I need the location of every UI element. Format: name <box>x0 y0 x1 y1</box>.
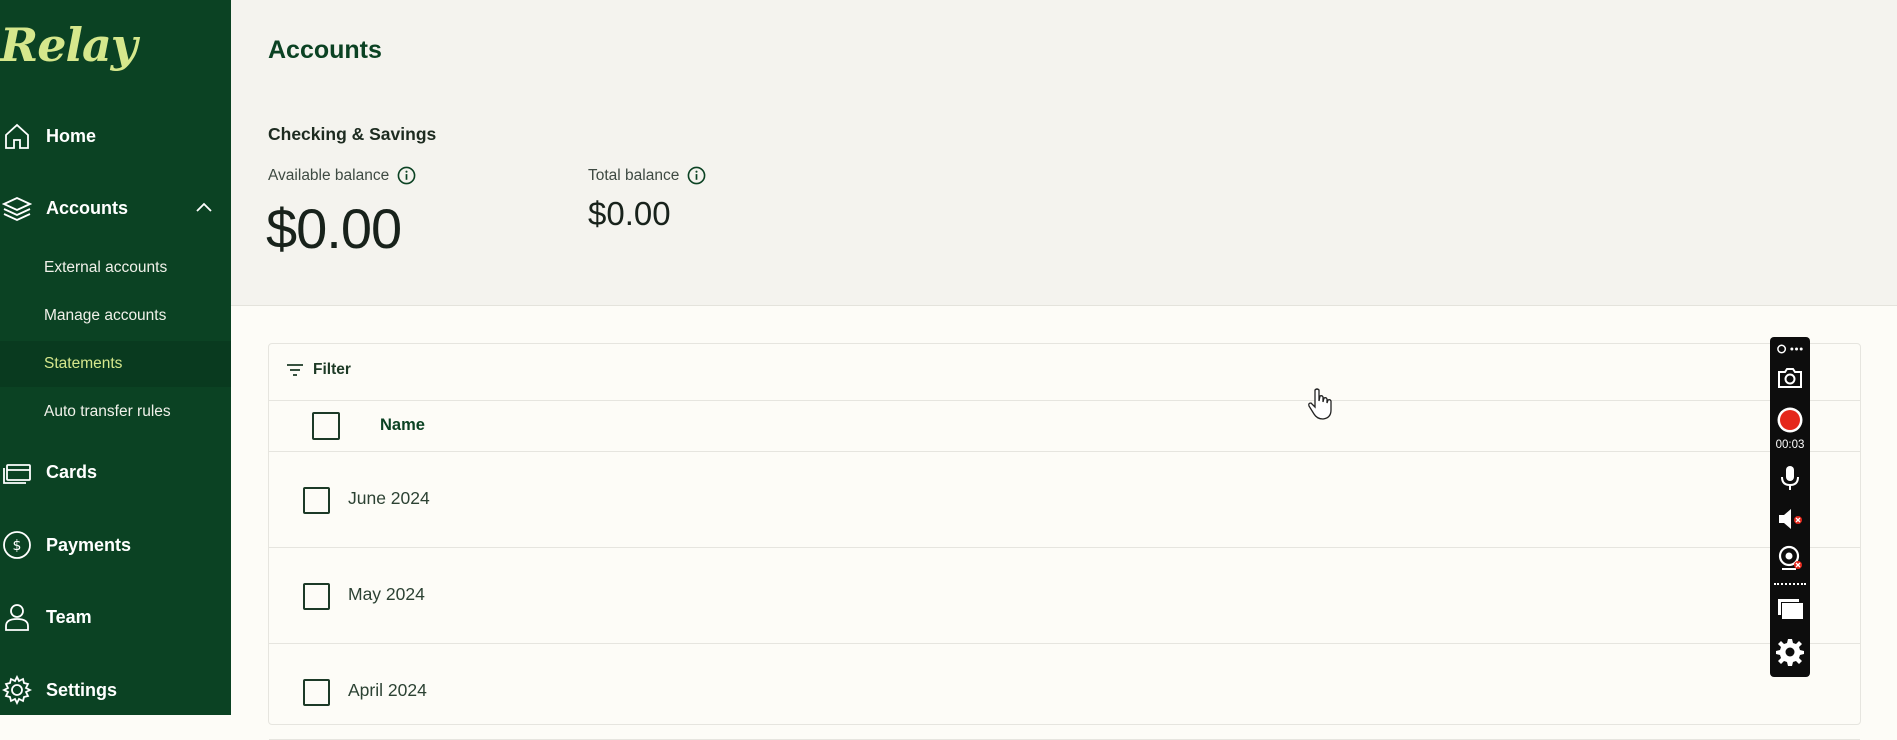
sidebar-subitem-auto-transfer-rules[interactable]: Auto transfer rules <box>0 389 231 435</box>
row-name[interactable]: May 2024 <box>348 584 425 605</box>
screens-icon[interactable] <box>1775 594 1805 624</box>
recording-timer: 00:03 <box>1775 439 1805 451</box>
sidebar-item-payments[interactable]: $ Payments <box>0 521 231 569</box>
microphone-icon[interactable] <box>1775 463 1805 493</box>
total-balance-value: $0.00 <box>588 195 671 232</box>
accounts-header: Accounts Checking & Savings Available ba… <box>231 0 1897 306</box>
sidebar: Relay Home Accounts External accounts Ma… <box>0 0 231 715</box>
sidebar-item-label: Payments <box>46 534 132 555</box>
filter-label: Filter <box>313 361 351 378</box>
sidebar-item-settings[interactable]: Settings <box>0 666 231 714</box>
record-icon[interactable] <box>1775 405 1805 435</box>
row-checkbox[interactable] <box>303 583 330 610</box>
sidebar-item-label: Team <box>46 606 92 627</box>
sidebar-subitem-label: External accounts <box>44 259 168 276</box>
speaker-muted-icon[interactable] <box>1775 504 1805 534</box>
available-balance-label: Available balance <box>268 166 416 185</box>
filter-bar: Filter <box>269 344 1860 401</box>
person-icon <box>2 602 32 632</box>
sidebar-item-label: Cards <box>46 461 98 482</box>
row-checkbox[interactable] <box>303 487 330 514</box>
camera-icon[interactable] <box>1775 363 1805 393</box>
total-balance-label: Total balance <box>588 166 706 185</box>
sidebar-subitem-external-accounts[interactable]: External accounts <box>0 245 231 291</box>
home-icon <box>2 121 32 151</box>
layers-icon <box>1 193 33 223</box>
sidebar-subitem-manage-accounts[interactable]: Manage accounts <box>0 293 231 339</box>
sidebar-subitem-label: Auto transfer rules <box>44 403 171 420</box>
sidebar-subitem-label: Statements <box>44 355 123 372</box>
card-icon <box>2 457 32 487</box>
hand-cursor-icon <box>1308 388 1332 420</box>
filter-icon <box>287 364 303 376</box>
sidebar-subitem-label: Manage accounts <box>44 307 167 324</box>
sidebar-item-label: Settings <box>46 679 118 700</box>
filter-button[interactable]: Filter <box>285 360 351 380</box>
sidebar-item-team[interactable]: Team <box>0 593 231 641</box>
gear-icon[interactable] <box>1775 637 1805 667</box>
chevron-up-icon[interactable] <box>194 198 214 218</box>
relay-logo[interactable]: Relay <box>0 18 138 72</box>
page-title: Accounts <box>268 36 382 64</box>
select-all-checkbox[interactable] <box>312 412 340 440</box>
column-header-name[interactable]: Name <box>380 416 425 435</box>
toolbar-divider <box>1774 583 1806 585</box>
sidebar-item-accounts[interactable]: Accounts <box>0 184 231 232</box>
table-row[interactable]: May 2024 <box>269 548 1860 644</box>
pin-more-icon[interactable] <box>1775 340 1805 358</box>
webcam-off-icon[interactable] <box>1775 543 1805 573</box>
table-row[interactable]: June 2024 <box>269 452 1860 548</box>
row-checkbox[interactable] <box>303 679 330 706</box>
sidebar-item-home[interactable]: Home <box>0 112 231 160</box>
row-name[interactable]: April 2024 <box>348 680 427 701</box>
recording-toolbar: 00:03 <box>1770 337 1810 677</box>
table-header: Name <box>269 401 1860 452</box>
sidebar-item-label: Home <box>46 125 97 146</box>
dollar-circle-icon: $ <box>2 530 32 560</box>
table-row[interactable]: April 2024 <box>269 644 1860 740</box>
available-balance-value: $0.00 <box>266 197 402 260</box>
sidebar-item-cards[interactable]: Cards <box>0 448 231 496</box>
available-balance-label-text: Available balance <box>268 166 390 184</box>
total-balance-label-text: Total balance <box>588 166 680 184</box>
row-name[interactable]: June 2024 <box>348 488 430 509</box>
info-icon[interactable] <box>397 166 416 185</box>
svg-text:$: $ <box>13 538 22 554</box>
gear-icon <box>1 674 33 706</box>
statements-table: Filter Name June 2024 May 2024 April 202… <box>268 343 1861 740</box>
section-title: Checking & Savings <box>268 124 437 144</box>
info-icon[interactable] <box>687 166 706 185</box>
sidebar-subitem-statements[interactable]: Statements <box>0 341 231 387</box>
sidebar-item-label: Accounts <box>46 197 129 218</box>
